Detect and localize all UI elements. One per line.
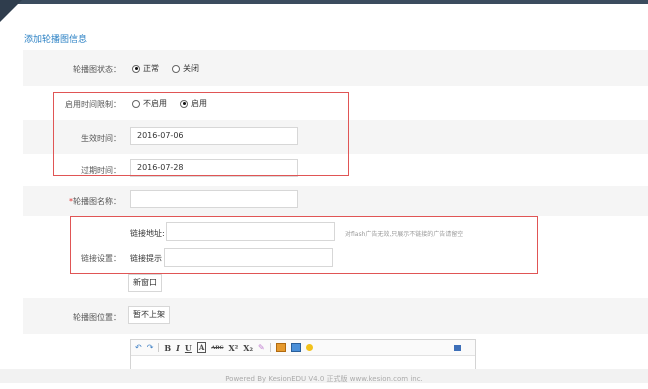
new-window-select[interactable]: 新窗口: [128, 274, 162, 292]
end-time-row: 过期时间： 2016-07-28: [23, 154, 648, 186]
image-icon[interactable]: [275, 343, 286, 352]
superscript-button[interactable]: X²: [229, 343, 239, 353]
position-label: 轮播图位置：: [73, 313, 121, 322]
status-option-normal[interactable]: 正常: [132, 63, 159, 74]
time-limit-option-on[interactable]: 启用: [180, 98, 207, 109]
start-time-label: 生效时间：: [81, 134, 121, 143]
position-row: 轮播图位置： 暂不上架: [23, 298, 648, 334]
radio-normal[interactable]: [132, 64, 140, 73]
bold-button[interactable]: B: [164, 343, 171, 353]
subscript-button[interactable]: X₂: [243, 343, 253, 353]
name-label: *轮播图名称：: [69, 197, 121, 206]
link-address-label: 链接地址:: [130, 229, 165, 238]
status-row: 轮播图状态： 正常 关闭: [23, 50, 648, 86]
radio-disable[interactable]: [132, 99, 140, 108]
name-row: *轮播图名称：: [23, 186, 648, 216]
redo-icon[interactable]: ↷: [147, 343, 154, 352]
name-input[interactable]: [130, 190, 298, 208]
radio-closed[interactable]: [172, 64, 180, 73]
fullscreen-icon[interactable]: [453, 344, 461, 351]
emoji-icon[interactable]: [305, 344, 313, 351]
start-time-row: 生效时间： 2016-07-06: [23, 120, 648, 154]
font-border-button[interactable]: A: [196, 342, 207, 353]
footer: Powered By KesionEDU V4.0 正式版 www.kesion…: [0, 369, 648, 383]
end-time-input[interactable]: 2016-07-28: [130, 159, 298, 177]
link-address-input[interactable]: [166, 222, 335, 241]
time-limit-row: 启用时间限制： 不启用 启用: [23, 86, 648, 120]
status-option-closed[interactable]: 关闭: [172, 63, 199, 74]
toolbar-separator: [158, 343, 160, 352]
toolbar-separator: [269, 343, 271, 352]
link-hint: 对flash广告无效,只展示不链接的广告请留空: [345, 231, 464, 238]
link-group-label: 链接设置：: [81, 254, 121, 263]
status-label: 轮播图状态：: [73, 65, 121, 74]
radio-enable[interactable]: [180, 99, 188, 108]
top-bar: [0, 0, 648, 4]
eraser-icon[interactable]: ✎: [258, 343, 265, 352]
end-time-label: 过期时间：: [81, 166, 121, 175]
underline-button[interactable]: U: [185, 343, 192, 353]
editor-toolbar: ↶ ↷ B I U A ABC X² X₂ ✎: [131, 340, 475, 356]
strikethrough-button[interactable]: ABC: [211, 345, 223, 351]
flash-icon[interactable]: [290, 343, 301, 352]
time-limit-label: 启用时间限制：: [65, 100, 121, 109]
start-time-input[interactable]: 2016-07-06: [130, 127, 298, 145]
link-tip-input[interactable]: [164, 248, 333, 267]
italic-button[interactable]: I: [176, 343, 180, 353]
undo-icon[interactable]: ↶: [135, 343, 142, 352]
link-row: 链接设置： 链接地址: 对flash广告无效,只展示不链接的广告请留空 链接提示…: [23, 216, 648, 298]
link-tip-label: 链接提示: [130, 254, 162, 263]
corner-decoration: [0, 0, 22, 22]
section-title: 添加轮播图信息: [24, 35, 88, 45]
position-select[interactable]: 暂不上架: [128, 306, 170, 324]
time-limit-option-off[interactable]: 不启用: [132, 98, 167, 109]
